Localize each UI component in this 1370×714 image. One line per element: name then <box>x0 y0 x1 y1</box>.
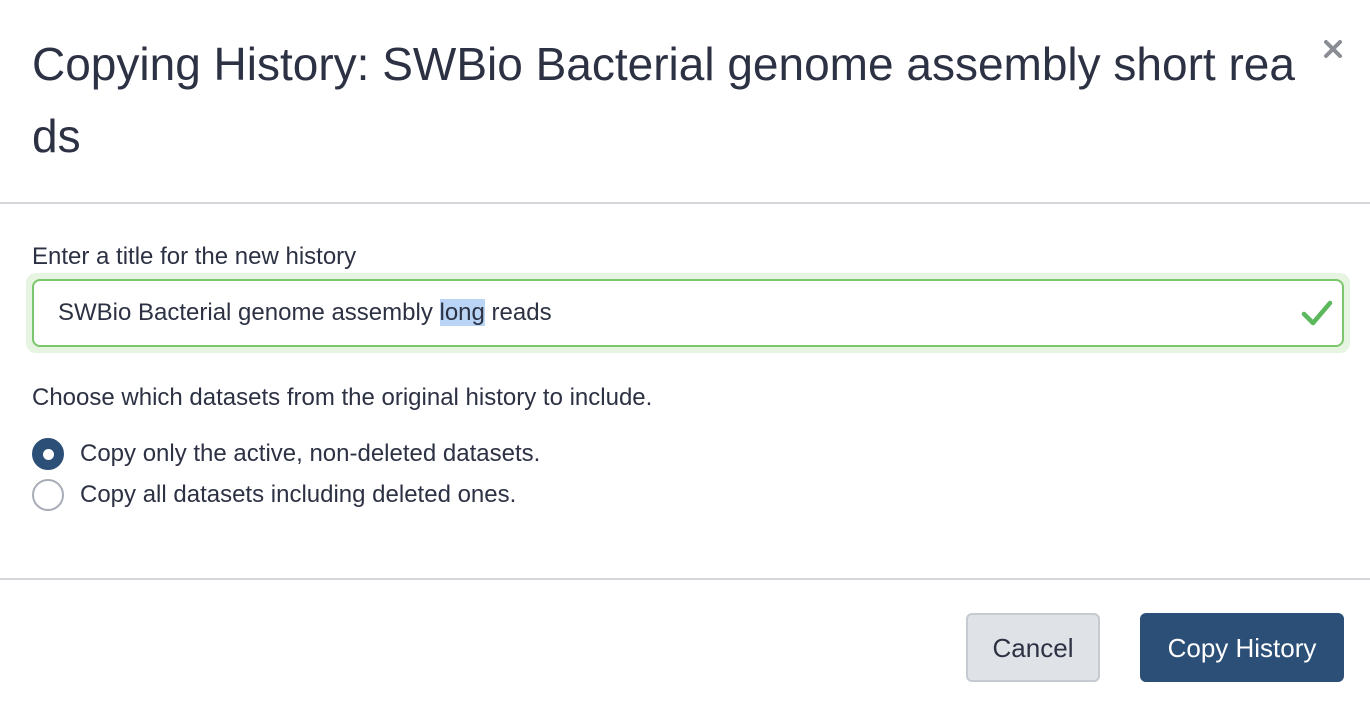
title-text-after: reads <box>484 299 552 326</box>
cancel-button[interactable]: Cancel <box>966 613 1100 682</box>
option-active-datasets[interactable]: Copy only the active, non-deleted datase… <box>32 437 540 471</box>
title-text-before: SWBio Bacterial genome assembly <box>58 299 440 326</box>
history-title-input[interactable]: SWBio Bacterial genome assembly long rea… <box>32 279 1344 347</box>
radio-active-datasets[interactable] <box>32 438 64 470</box>
dialog-header: Copying History: SWBio Bacterial genome … <box>0 0 1370 204</box>
close-icon[interactable] <box>1320 36 1346 62</box>
datasets-prompt: Choose which datasets from the original … <box>32 384 653 411</box>
copy-history-dialog: Copying History: SWBio Bacterial genome … <box>0 0 1370 714</box>
option-all-datasets[interactable]: Copy all datasets including deleted ones… <box>32 478 516 512</box>
option-active-datasets-label: Copy only the active, non-deleted datase… <box>80 440 541 467</box>
option-all-datasets-label: Copy all datasets including deleted ones… <box>80 481 517 508</box>
title-text-selected: long <box>439 299 485 326</box>
radio-all-datasets[interactable] <box>32 479 64 511</box>
checkmark-icon <box>1300 296 1334 330</box>
dialog-title: Copying History: SWBio Bacterial genome … <box>32 38 1295 162</box>
history-title-label: Enter a title for the new history <box>32 243 357 270</box>
copy-history-button[interactable]: Copy History <box>1140 613 1344 682</box>
